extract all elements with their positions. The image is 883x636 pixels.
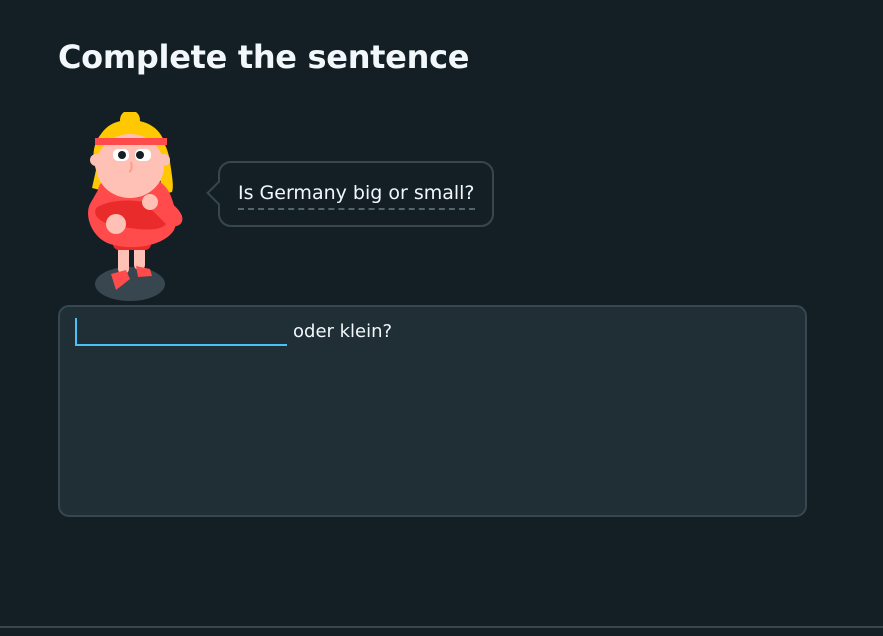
- woman-character-icon: [78, 110, 196, 304]
- blank-answer-input[interactable]: [75, 318, 287, 346]
- speech-bubble-tail: [206, 180, 232, 206]
- sentence-remainder: oder klein?: [293, 321, 393, 342]
- speech-bubble: Is Germany big or small?: [206, 161, 494, 227]
- footer-divider: [0, 626, 883, 628]
- page-title: Complete the sentence: [58, 38, 470, 76]
- prompt-text[interactable]: Is Germany big or small?: [238, 181, 475, 210]
- answer-panel: oder klein?: [58, 305, 807, 517]
